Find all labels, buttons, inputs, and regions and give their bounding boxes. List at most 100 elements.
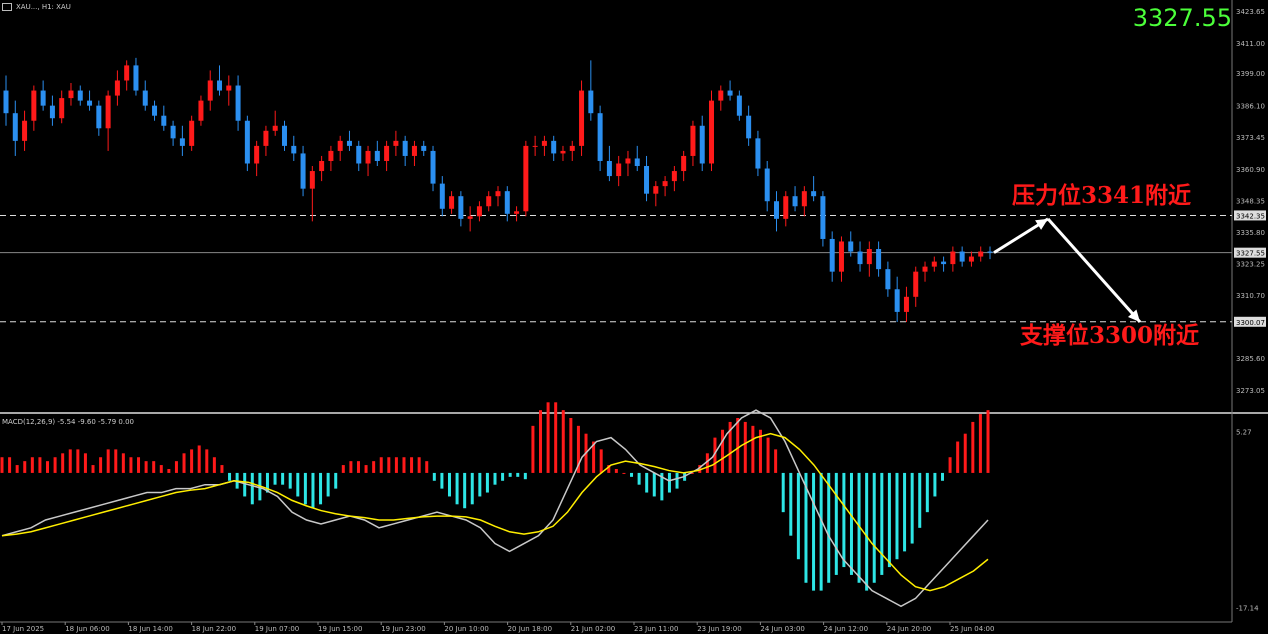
macd-histogram-bar xyxy=(30,457,34,473)
candle-body xyxy=(152,105,158,116)
macd-histogram-bar xyxy=(880,472,884,575)
candle-body xyxy=(792,196,798,207)
candlestick xyxy=(783,191,789,227)
time-axis-tick-label: 24 Jun 12:00 xyxy=(824,625,868,633)
macd-histogram-bar xyxy=(167,469,171,473)
candle-body xyxy=(727,90,733,96)
candle-body xyxy=(49,105,55,119)
price-axis-tick-label: 3373.45 xyxy=(1236,134,1265,142)
macd-histogram-bar xyxy=(311,472,315,509)
macd-histogram-bar xyxy=(417,457,421,473)
macd-histogram-bar xyxy=(819,472,823,591)
candle-body xyxy=(40,90,46,106)
candlestick xyxy=(449,191,455,214)
macd-histogram-bar xyxy=(220,465,224,473)
candlestick xyxy=(885,261,891,297)
candle-body xyxy=(486,196,492,207)
forecast-arrow-down xyxy=(1046,217,1142,323)
macd-histogram-bar xyxy=(963,433,967,473)
candlestick xyxy=(244,115,250,172)
candle-body xyxy=(374,150,380,161)
candlestick xyxy=(486,191,492,212)
macd-histogram-bar xyxy=(205,449,209,473)
candlestick xyxy=(606,145,612,182)
candle-body xyxy=(569,145,575,151)
price-axis-tick-label: 3300.07 xyxy=(1236,319,1265,327)
current-price-readout: 3327.55 xyxy=(1132,4,1232,32)
macd-histogram-bar xyxy=(645,472,649,493)
macd-histogram-bar xyxy=(721,429,725,473)
candle-body xyxy=(384,145,390,161)
price-axis-tick-label: 3342.35 xyxy=(1236,212,1265,220)
candle-body xyxy=(736,95,742,116)
candlestick xyxy=(346,130,352,151)
macd-histogram-bar xyxy=(485,472,489,493)
candle-body xyxy=(718,90,724,101)
price-axis-tick-label: 3285.60 xyxy=(1236,355,1265,363)
candlestick xyxy=(625,150,631,177)
candle-body xyxy=(838,241,844,272)
macd-histogram-bar xyxy=(493,472,497,485)
candle-body xyxy=(393,140,399,146)
candlestick xyxy=(866,241,872,277)
candle-body xyxy=(922,266,928,272)
candle-body xyxy=(430,150,436,184)
macd-histogram-bar xyxy=(23,461,27,473)
macd-histogram-bar xyxy=(440,472,444,489)
resistance-annotation: 压力位3341附近 xyxy=(1012,182,1192,209)
macd-histogram-bar xyxy=(410,457,414,473)
candle-body xyxy=(579,90,585,146)
candlestick xyxy=(189,115,195,151)
macd-histogram-bar xyxy=(190,449,194,473)
candlestick xyxy=(309,166,315,222)
macd-histogram-bar xyxy=(326,472,330,497)
candle-body xyxy=(22,120,28,141)
chart-grid xyxy=(0,0,1268,623)
macd-histogram-bar xyxy=(447,472,451,497)
macd-histogram-bar xyxy=(766,437,770,473)
macd-histogram-bar xyxy=(895,472,899,560)
support-annotation: 支撑位3300附近 xyxy=(1020,322,1200,349)
candle-body xyxy=(866,249,872,265)
candlestick xyxy=(950,246,956,272)
candlestick xyxy=(746,105,752,146)
candlestick xyxy=(411,140,417,167)
macd-histogram-bar xyxy=(106,449,110,473)
macd-histogram-bar xyxy=(599,449,603,473)
candlestick xyxy=(114,70,120,106)
candle-body xyxy=(161,115,167,126)
macd-histogram-bar xyxy=(865,472,869,591)
time-axis-tick-label: 25 Jun 04:00 xyxy=(950,625,994,633)
macd-histogram-bar xyxy=(281,472,285,485)
macd-histogram-bar xyxy=(516,472,520,477)
macd-histogram-bar xyxy=(789,472,793,536)
candle-body xyxy=(634,158,640,167)
candlestick xyxy=(198,95,204,126)
candle-body xyxy=(31,90,37,121)
macd-histogram-bar xyxy=(129,457,133,473)
candlestick xyxy=(12,100,18,156)
candle-body xyxy=(773,201,779,219)
time-axis-tick-label: 24 Jun 03:00 xyxy=(760,625,804,633)
macd-histogram-bar xyxy=(614,469,618,473)
candle-body xyxy=(458,196,464,219)
candlestick xyxy=(894,276,900,322)
candlestick xyxy=(476,201,482,222)
macd-histogram-bar xyxy=(144,461,148,473)
candlestick xyxy=(681,150,687,182)
candlestick xyxy=(829,231,835,282)
candle-body xyxy=(811,191,817,197)
macd-histogram-bar xyxy=(174,461,178,473)
macd-histogram-bar xyxy=(114,449,118,473)
candlestick xyxy=(959,246,965,267)
macd-histogram-bar xyxy=(812,472,816,591)
candlestick xyxy=(616,155,622,187)
candle-body xyxy=(644,166,650,194)
candlestick xyxy=(59,90,65,124)
chart-window-icon xyxy=(2,3,12,11)
price-axis-tick-label: 3273.05 xyxy=(1236,387,1265,395)
candlestick xyxy=(727,80,733,101)
macd-histogram-bar xyxy=(319,472,323,505)
macd-histogram-bar xyxy=(933,472,937,497)
candlestick xyxy=(402,135,408,167)
